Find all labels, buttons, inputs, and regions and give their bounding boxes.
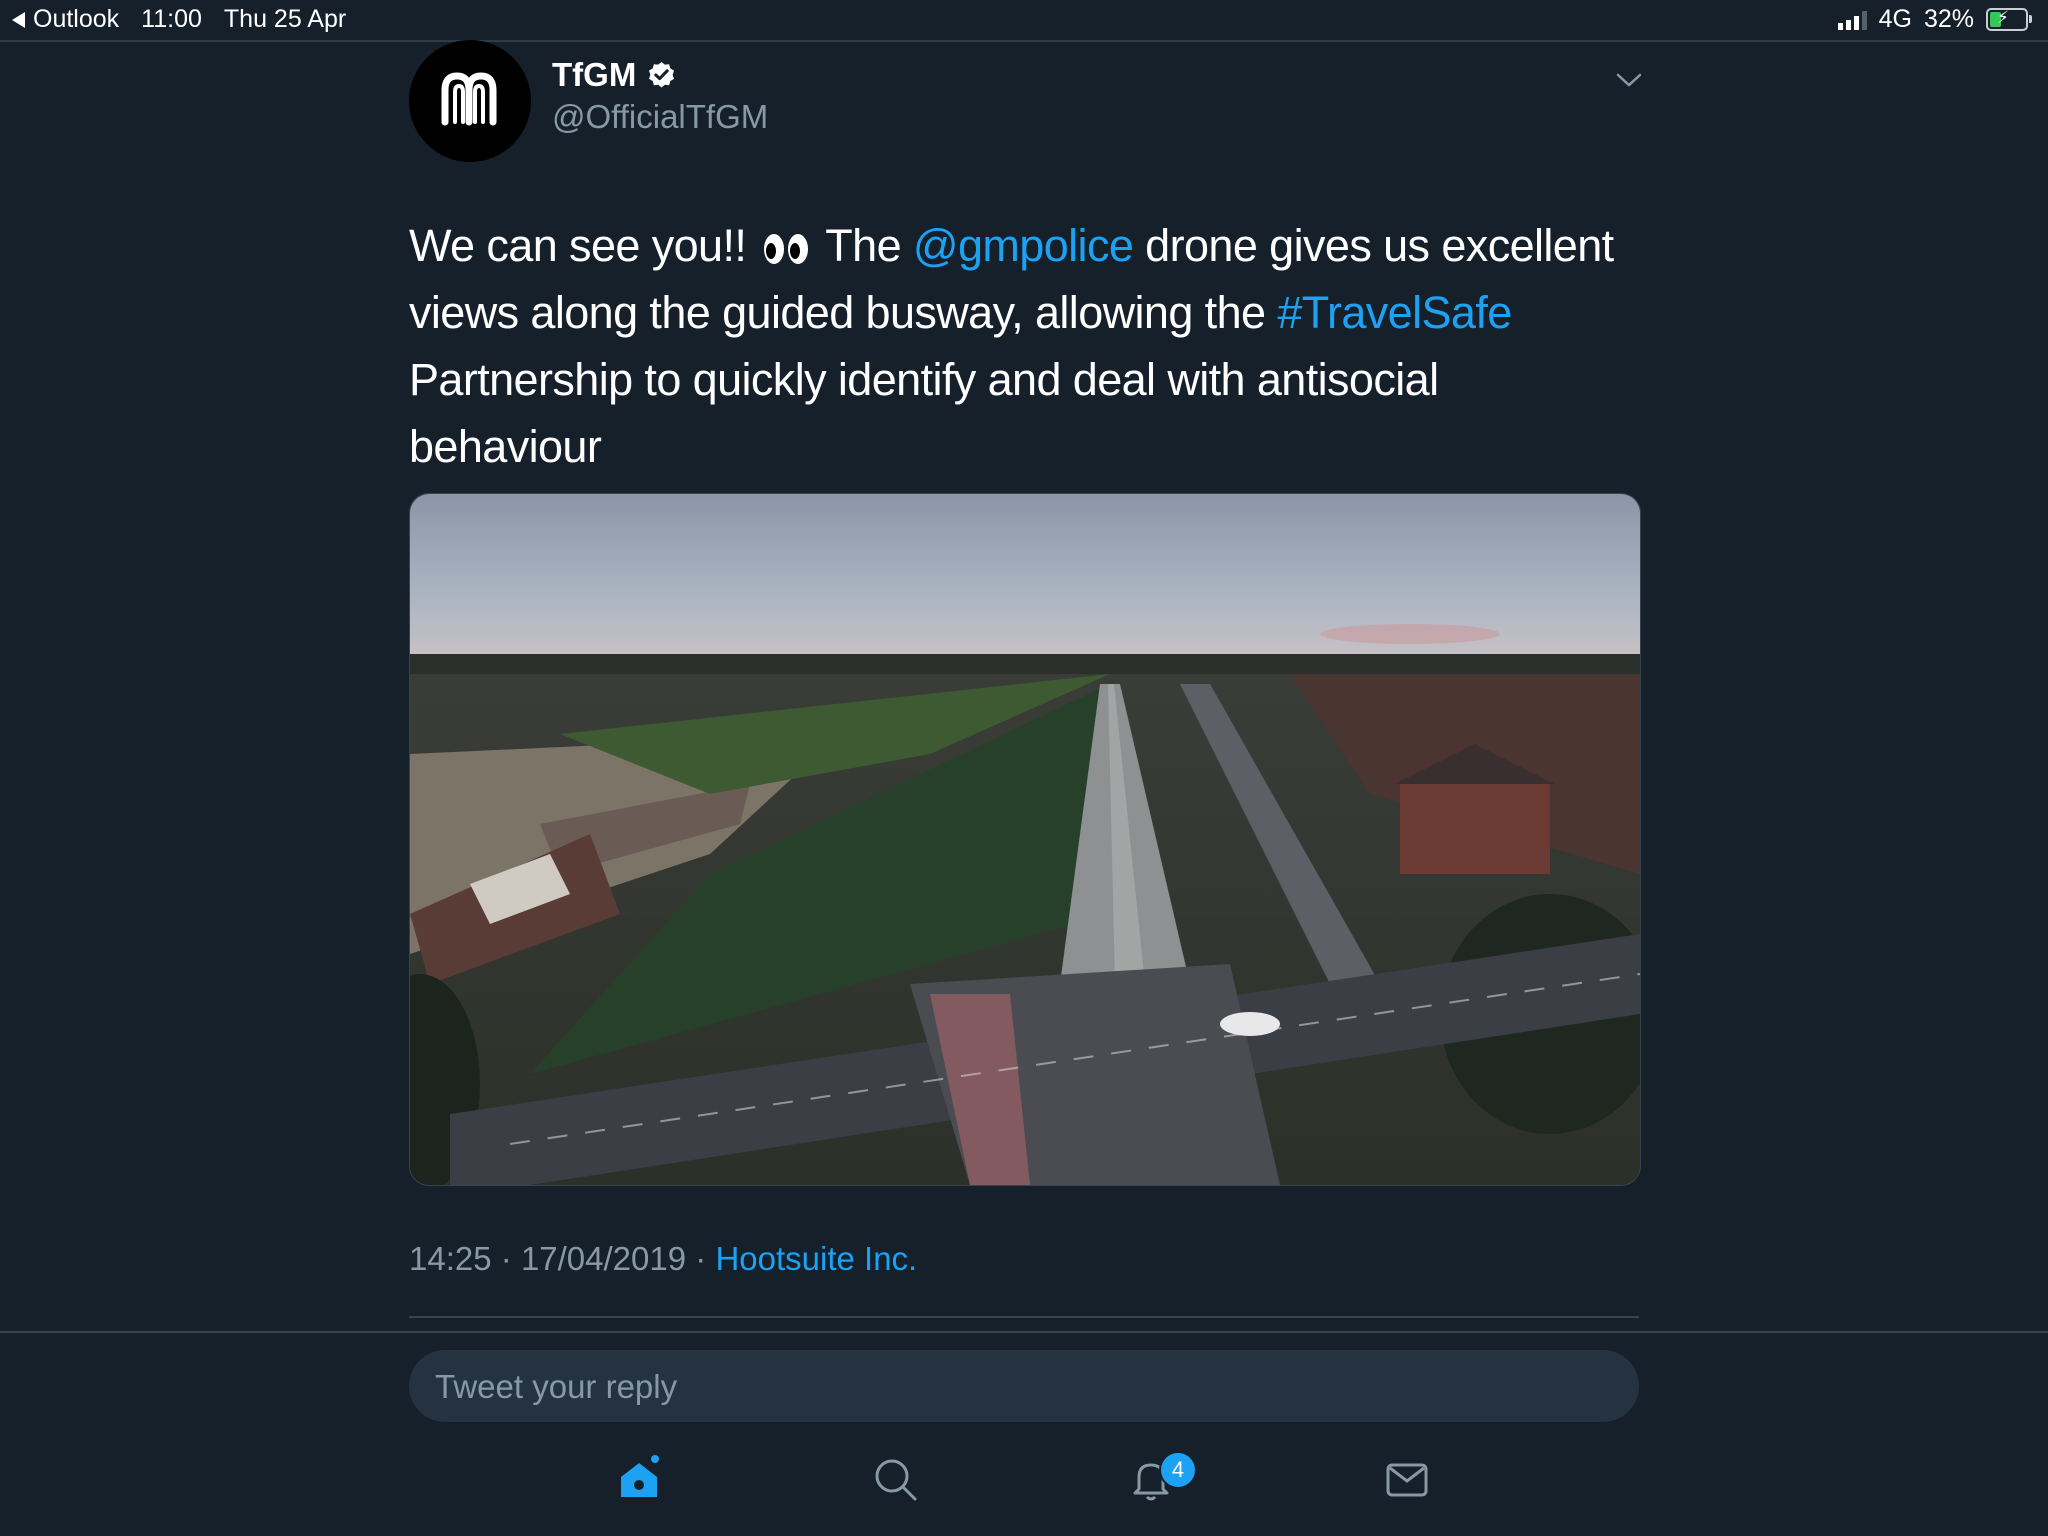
verified-icon	[649, 61, 675, 88]
signal-icon	[1837, 10, 1867, 30]
back-app-label: Outlook	[33, 5, 120, 33]
status-date: Thu 25 Apr	[223, 5, 347, 33]
home-icon[interactable]	[615, 1455, 663, 1503]
eyes-emoji-icon	[764, 234, 809, 265]
search-icon[interactable]	[871, 1455, 919, 1503]
network-label: 4G	[1878, 5, 1912, 33]
tweet-meta: 14:25 · 17/04/2019 · Hootsuite Inc.	[409, 1240, 917, 1278]
tweet-date: 17/04/2019	[520, 1240, 687, 1277]
tweet-photo[interactable]	[409, 493, 1641, 1186]
mail-icon[interactable]	[1383, 1455, 1431, 1503]
tweet-text-segment: The	[814, 220, 913, 271]
hashtag-link[interactable]: #TravelSafe	[1277, 287, 1512, 338]
mention-link[interactable]: @gmpolice	[913, 220, 1134, 271]
notifications-badge: 4	[1159, 1451, 1197, 1489]
tweet-text: We can see you!! The @gmpolice drone giv…	[409, 212, 1639, 480]
back-to-app-button[interactable]: Outlook	[12, 5, 119, 34]
meta-separator: ·	[500, 1240, 512, 1277]
status-bar: Outlook 11:00 Thu 25 Apr 4G 32% ⚡	[0, 0, 2048, 42]
reply-input[interactable]	[433, 1350, 1587, 1424]
avatar[interactable]	[409, 40, 531, 162]
author-name[interactable]: TfGM	[552, 56, 636, 94]
tweet-source-link[interactable]: Hootsuite Inc.	[715, 1240, 917, 1277]
tweet-text-segment: We can see you!!	[409, 220, 759, 271]
tweet-text-segment: Partnership to quickly identify and deal…	[409, 354, 1439, 472]
meta-separator: ·	[695, 1240, 707, 1277]
reply-box[interactable]	[409, 1350, 1639, 1424]
battery-icon: ⚡	[1986, 8, 2032, 31]
author-handle[interactable]: @OfficialTfGM	[552, 98, 768, 136]
tweet-time: 14:25	[409, 1240, 492, 1277]
status-time: 11:00	[141, 5, 202, 33]
divider	[0, 1331, 2048, 1333]
chevron-down-icon[interactable]	[1615, 70, 1643, 90]
back-icon	[12, 11, 25, 28]
battery-percent: 32%	[1923, 5, 1974, 33]
divider	[409, 1316, 1639, 1318]
